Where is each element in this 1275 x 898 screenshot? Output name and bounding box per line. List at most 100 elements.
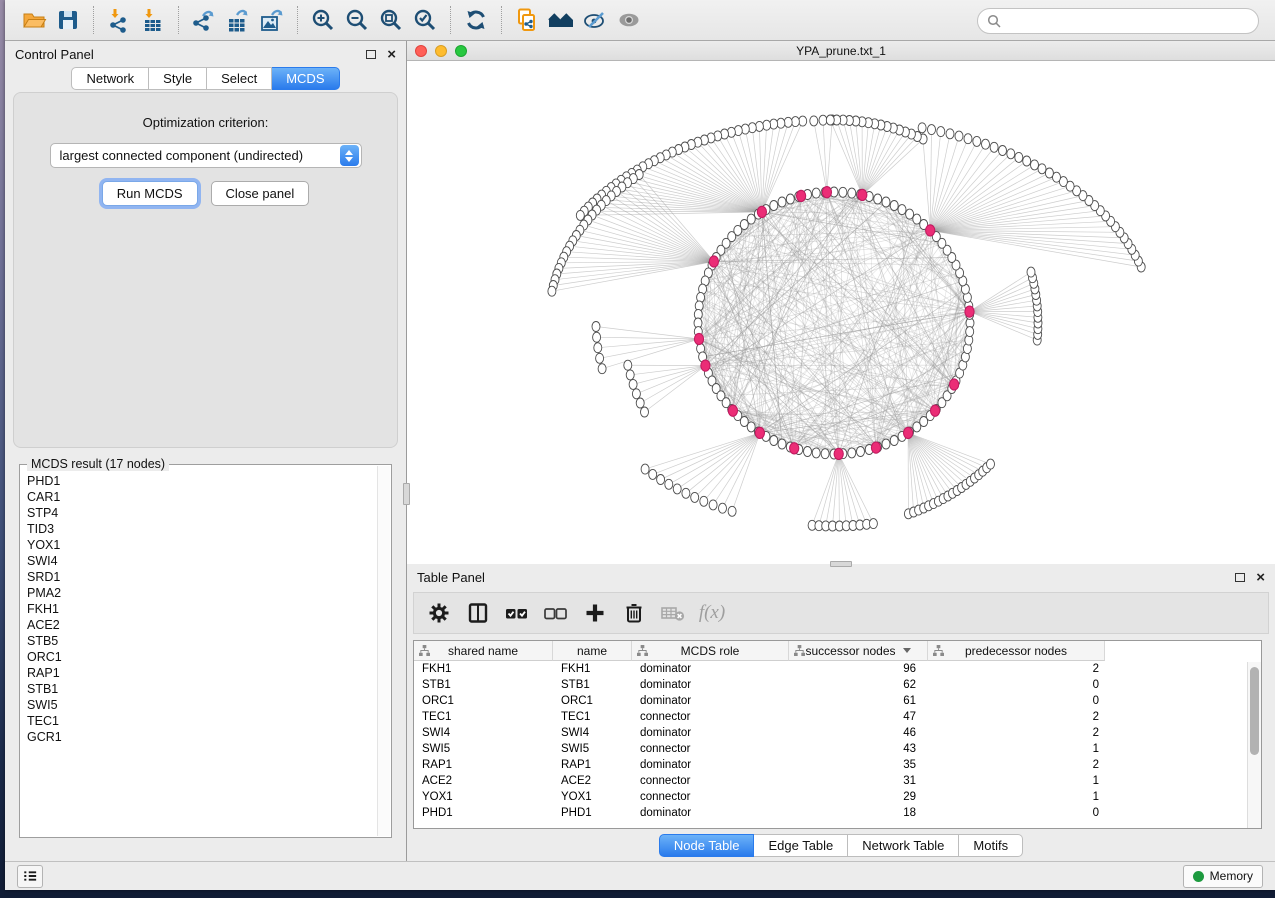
network-node[interactable] (629, 379, 637, 389)
mcds-result-item[interactable]: CAR1 (27, 489, 377, 505)
hide-selected-icon[interactable] (578, 5, 612, 35)
mcds-result-item[interactable]: PHD1 (27, 473, 377, 489)
dominator-node[interactable] (701, 360, 710, 371)
dominator-node[interactable] (822, 187, 831, 198)
network-node[interactable] (641, 407, 649, 417)
zoom-fit-icon[interactable] (374, 5, 408, 35)
network-node[interactable] (906, 209, 914, 219)
dominator-node[interactable] (904, 427, 913, 438)
run-mcds-button[interactable]: Run MCDS (102, 181, 198, 206)
network-node[interactable] (778, 439, 786, 449)
network-node[interactable] (890, 201, 898, 211)
dominator-node[interactable] (757, 206, 766, 217)
import-table-icon[interactable] (136, 5, 170, 35)
mcds-result-item[interactable]: SRD1 (27, 569, 377, 585)
network-node[interactable] (898, 205, 906, 215)
export-network-icon[interactable] (187, 5, 221, 35)
column-selector-icon[interactable] (463, 598, 493, 628)
column-header-successor-nodes[interactable]: successor nodes (789, 641, 928, 661)
tab-node-table[interactable]: Node Table (659, 834, 755, 857)
mcds-result-item[interactable]: FKH1 (27, 601, 377, 617)
dominator-node[interactable] (926, 225, 935, 236)
network-node[interactable] (598, 364, 606, 374)
network-node[interactable] (848, 448, 856, 458)
network-node[interactable] (665, 479, 673, 489)
settings-gear-icon[interactable] (424, 598, 454, 628)
network-node[interactable] (1027, 267, 1035, 277)
network-node[interactable] (641, 464, 649, 474)
close-panel-icon[interactable]: × (1256, 570, 1265, 585)
network-node[interactable] (918, 123, 926, 133)
mcds-result-item[interactable]: RAP1 (27, 665, 377, 681)
network-node[interactable] (709, 500, 717, 510)
add-row-icon[interactable] (580, 598, 610, 628)
network-node[interactable] (1007, 149, 1015, 159)
network-node[interactable] (1045, 168, 1053, 178)
vertical-splitter-handle[interactable] (403, 483, 410, 505)
network-node[interactable] (657, 475, 665, 485)
dominator-node[interactable] (858, 189, 867, 200)
zoom-selected-icon[interactable] (408, 5, 442, 35)
tab-mcds[interactable]: MCDS (272, 67, 339, 90)
network-node[interactable] (928, 125, 936, 135)
network-node[interactable] (869, 519, 877, 529)
network-node[interactable] (913, 214, 921, 224)
import-network-icon[interactable] (102, 5, 136, 35)
export-image-icon[interactable] (255, 5, 289, 35)
column-header-mcds-role[interactable]: MCDS role (632, 641, 789, 661)
network-node[interactable] (649, 469, 657, 479)
mcds-result-item[interactable]: STP4 (27, 505, 377, 521)
mcds-result-item[interactable]: TID3 (27, 521, 377, 537)
dominator-node[interactable] (797, 190, 806, 201)
column-header-predecessor-nodes[interactable]: predecessor nodes (928, 641, 1105, 661)
export-table-icon[interactable] (221, 5, 255, 35)
network-node[interactable] (719, 503, 727, 513)
network-node[interactable] (728, 506, 736, 516)
network-node[interactable] (700, 496, 708, 506)
network-node[interactable] (982, 139, 990, 149)
network-node[interactable] (890, 436, 898, 446)
network-node[interactable] (973, 136, 981, 146)
tab-edge-table[interactable]: Edge Table (754, 834, 848, 857)
network-node[interactable] (839, 187, 847, 197)
tab-style[interactable]: Style (149, 67, 207, 90)
network-node[interactable] (594, 343, 602, 353)
memory-button[interactable]: Memory (1183, 865, 1263, 888)
tab-network[interactable]: Network (71, 67, 149, 90)
network-node[interactable] (1023, 156, 1031, 166)
delete-row-icon[interactable] (619, 598, 649, 628)
dominator-node[interactable] (709, 256, 718, 267)
network-node[interactable] (821, 449, 829, 459)
network-node[interactable] (1038, 164, 1046, 174)
network-node[interactable] (812, 188, 820, 198)
tab-network-table[interactable]: Network Table (848, 834, 959, 857)
network-node[interactable] (1031, 160, 1039, 170)
network-node[interactable] (596, 353, 604, 363)
network-node[interactable] (593, 332, 601, 342)
search-field[interactable] (977, 8, 1259, 34)
network-node[interactable] (999, 146, 1007, 156)
network-node[interactable] (937, 127, 945, 137)
network-node[interactable] (626, 370, 634, 380)
network-node[interactable] (857, 447, 865, 457)
network-node[interactable] (770, 436, 778, 446)
dominator-node[interactable] (931, 405, 940, 416)
column-header-shared-name[interactable]: shared name (414, 641, 553, 661)
dominator-node[interactable] (871, 442, 880, 453)
network-node[interactable] (778, 197, 786, 207)
task-history-button[interactable] (17, 865, 43, 888)
mcds-result-item[interactable]: STB1 (27, 681, 377, 697)
network-node[interactable] (848, 188, 856, 198)
refresh-view-icon[interactable] (459, 5, 493, 35)
network-node[interactable] (882, 439, 890, 449)
dominator-node[interactable] (834, 448, 843, 459)
network-node[interactable] (799, 116, 807, 126)
network-node[interactable] (826, 115, 834, 125)
network-node[interactable] (966, 327, 974, 337)
show-all-icon[interactable] (612, 5, 646, 35)
float-panel-icon[interactable] (1235, 573, 1245, 582)
zoom-out-icon[interactable] (340, 5, 374, 35)
zoom-in-icon[interactable] (306, 5, 340, 35)
network-node[interactable] (691, 492, 699, 502)
network-node[interactable] (624, 360, 632, 370)
